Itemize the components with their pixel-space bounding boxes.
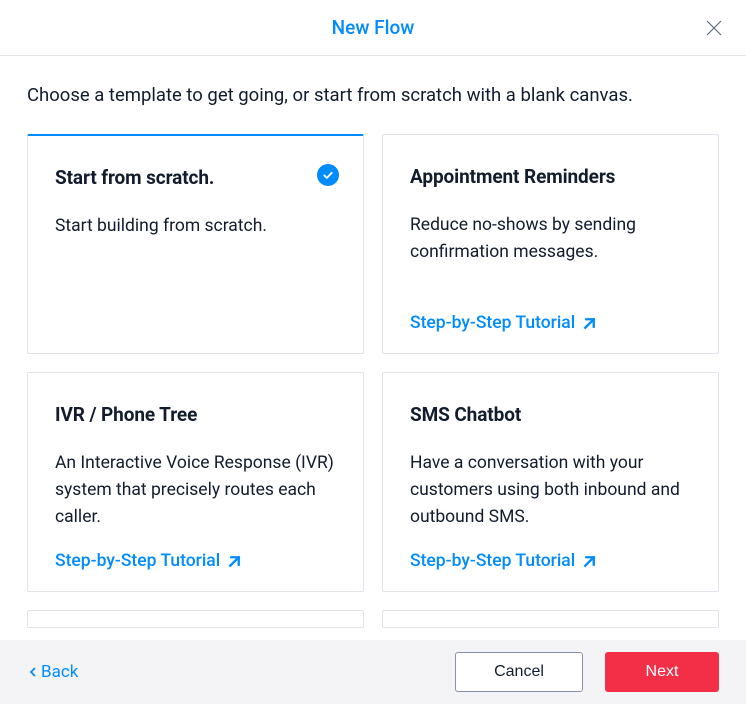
card-description: An Interactive Voice Response (IVR) syst… <box>55 450 336 533</box>
template-card-sms-chatbot[interactable]: SMS Chatbot Have a conversation with you… <box>382 372 719 592</box>
template-card-partial[interactable] <box>382 610 719 628</box>
template-card-appointment[interactable]: Appointment Reminders Reduce no-shows by… <box>382 134 719 354</box>
external-link-icon <box>581 315 598 332</box>
card-title: Start from scratch. <box>55 166 336 189</box>
card-title: SMS Chatbot <box>410 403 691 426</box>
next-button[interactable]: Next <box>605 652 719 692</box>
template-card-ivr[interactable]: IVR / Phone Tree An Interactive Voice Re… <box>27 372 364 592</box>
card-description: Start building from scratch. <box>55 213 336 333</box>
card-description: Reduce no-shows by sending confirmation … <box>410 212 691 295</box>
back-button[interactable]: Back <box>27 662 78 682</box>
modal-content: Choose a template to get going, or start… <box>0 56 746 640</box>
modal-header: New Flow <box>0 0 746 56</box>
instruction-text: Choose a template to get going, or start… <box>27 84 719 106</box>
tutorial-link-label: Step-by-Step Tutorial <box>55 551 220 571</box>
tutorial-link[interactable]: Step-by-Step Tutorial <box>410 551 691 571</box>
close-icon[interactable] <box>704 18 724 38</box>
external-link-icon <box>581 553 598 570</box>
template-card-partial[interactable] <box>27 610 364 628</box>
tutorial-link[interactable]: Step-by-Step Tutorial <box>410 313 691 333</box>
template-grid: Start from scratch. Start building from … <box>27 134 719 628</box>
check-icon <box>317 164 339 186</box>
tutorial-link[interactable]: Step-by-Step Tutorial <box>55 551 336 571</box>
back-label: Back <box>41 662 78 682</box>
cancel-button[interactable]: Cancel <box>455 652 583 692</box>
card-title: IVR / Phone Tree <box>55 403 336 426</box>
external-link-icon <box>226 553 243 570</box>
tutorial-link-label: Step-by-Step Tutorial <box>410 313 575 333</box>
modal-footer: Back Cancel Next <box>0 640 746 704</box>
template-card-scratch[interactable]: Start from scratch. Start building from … <box>27 134 364 354</box>
card-description: Have a conversation with your customers … <box>410 450 691 533</box>
modal-title: New Flow <box>332 16 415 39</box>
tutorial-link-label: Step-by-Step Tutorial <box>410 551 575 571</box>
card-title: Appointment Reminders <box>410 165 691 188</box>
